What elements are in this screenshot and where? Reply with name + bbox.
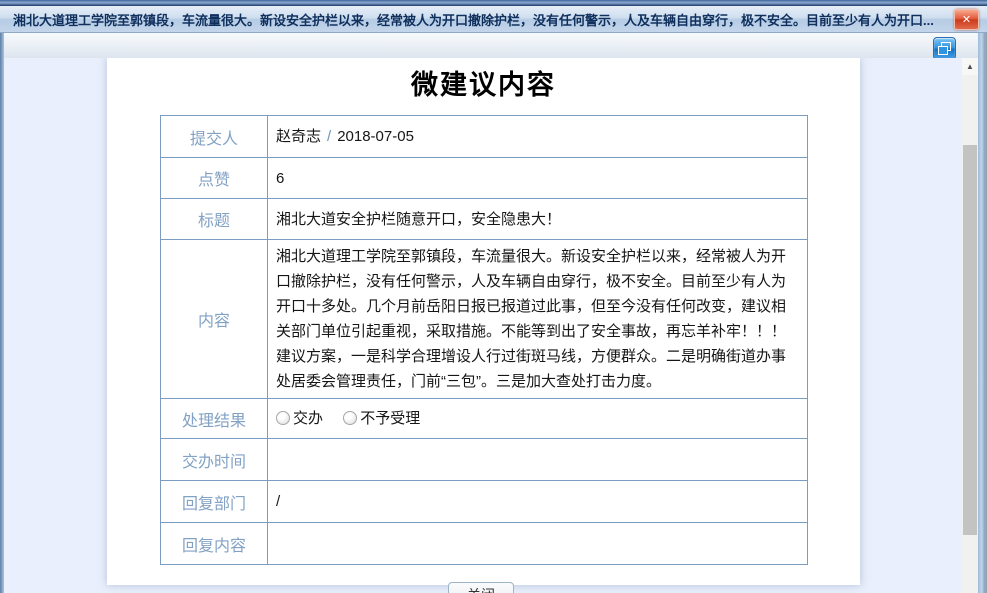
radio-label: 不予受理 [360,410,420,427]
table-row-reply-dept: 回复部门 / [161,481,808,523]
row-label: 点赞 [161,158,268,199]
radio-option-reject[interactable]: 不予受理 [343,410,420,427]
close-page-button[interactable]: 关闭 [448,582,514,593]
window-toolbar [4,33,978,59]
row-label: 提交人 [161,116,268,158]
scrollbar-thumb[interactable] [963,145,977,535]
window-titlebar: 湘北大道理工学院至郭镇段，车流量很大。新设安全护栏以来，经常被人为开口撤除护栏，… [0,6,987,33]
suggestion-title: 湘北大道安全护栏随意开口，安全隐患大！ [268,199,808,240]
assign-time-value [268,439,808,481]
radio-icon[interactable] [343,411,357,425]
row-label: 回复部门 [161,481,268,523]
table-row-submitter: 提交人 赵奇志/2018-07-05 [161,116,808,158]
scroll-up-icon[interactable]: ▲ [962,58,978,75]
likes-count: 6 [268,158,808,199]
row-label: 交办时间 [161,439,268,481]
window-title: 湘北大道理工学院至郭镇段，车流量很大。新设安全护栏以来，经常被人为开口撤除护栏，… [13,10,946,29]
page-title: 微建议内容 [107,58,860,102]
restore-window-icon [938,42,951,55]
table-row-result: 处理结果 交办 不予受理 [161,399,808,439]
separator-slash: / [321,128,337,145]
row-label: 标题 [161,199,268,240]
modal-window: 湘北大道理工学院至郭镇段，车流量很大。新设安全护栏以来，经常被人为开口撤除护栏，… [0,0,987,593]
vertical-scrollbar[interactable]: ▲ [962,58,978,593]
result-options: 交办 不予受理 [268,399,808,439]
suggestion-detail-page: 微建议内容 提交人 赵奇志/2018-07-05 点赞 6 标题 湘北大道安全护… [107,58,860,585]
suggestion-detail-table: 提交人 赵奇志/2018-07-05 点赞 6 标题 湘北大道安全护栏随意开口，… [160,115,808,565]
page-content-area: 微建议内容 提交人 赵奇志/2018-07-05 点赞 6 标题 湘北大道安全护… [4,58,978,593]
window-right-frame [978,6,987,593]
row-label: 处理结果 [161,399,268,439]
submitter-name: 赵奇志 [276,128,321,145]
table-row-assign-time: 交办时间 [161,439,808,481]
radio-label: 交办 [293,410,323,427]
table-row-likes: 点赞 6 [161,158,808,199]
submit-date: 2018-07-05 [337,128,414,145]
row-label: 内容 [161,240,268,399]
row-label: 回复内容 [161,523,268,565]
close-icon[interactable]: ✕ [954,9,979,30]
suggestion-content: 湘北大道理工学院至郭镇段，车流量很大。新设安全护栏以来，经常被人为开口撤除护栏，… [268,240,808,399]
row-value: 赵奇志/2018-07-05 [268,116,808,158]
reply-dept-value: / [268,481,808,523]
table-row-content: 内容 湘北大道理工学院至郭镇段，车流量很大。新设安全护栏以来，经常被人为开口撤除… [161,240,808,399]
reply-content-value [268,523,808,565]
table-row-reply-content: 回复内容 [161,523,808,565]
radio-icon[interactable] [276,411,290,425]
restore-window-button[interactable] [933,37,956,60]
table-row-title: 标题 湘北大道安全护栏随意开口，安全隐患大！ [161,199,808,240]
radio-option-assign[interactable]: 交办 [276,410,323,427]
